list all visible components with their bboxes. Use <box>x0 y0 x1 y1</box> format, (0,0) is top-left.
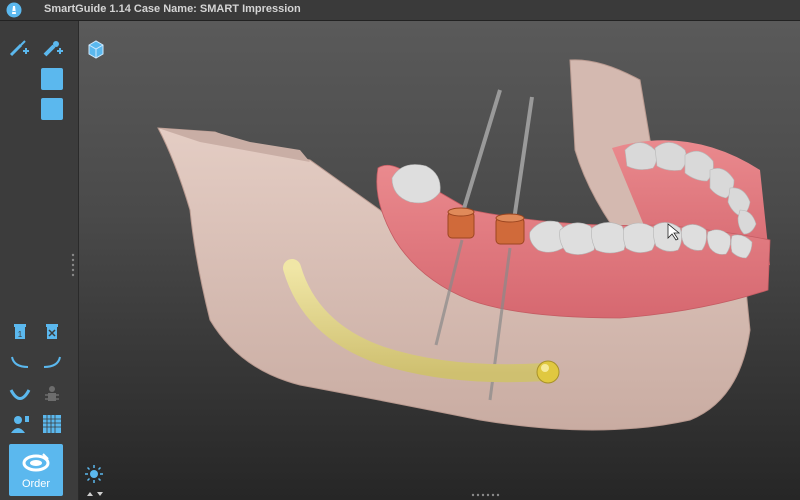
add-implant-icon[interactable] <box>6 36 30 60</box>
grid-icon[interactable] <box>40 412 64 436</box>
curve-right-icon[interactable] <box>40 350 64 374</box>
view-cube-icon[interactable] <box>85 38 107 60</box>
view-square-button-1[interactable] <box>41 68 63 90</box>
window-title: SmartGuide 1.14 Case Name: SMART Impress… <box>44 3 301 15</box>
delete-one-icon[interactable]: 1 <box>8 318 32 342</box>
bottom-resize-handle[interactable] <box>470 493 502 497</box>
sidebar-resize-handle[interactable] <box>71 252 75 280</box>
order-label: Order <box>21 478 51 490</box>
app-icon <box>6 2 22 18</box>
lighting-icon[interactable] <box>84 464 104 484</box>
view-square-button-2[interactable] <box>41 98 63 120</box>
jaw-model[interactable] <box>79 21 800 500</box>
title-bar: SmartGuide 1.14 Case Name: SMART Impress… <box>0 0 800 21</box>
patient-icon[interactable] <box>8 412 32 436</box>
order-button[interactable]: Order <box>9 444 63 496</box>
order-icon <box>22 453 50 472</box>
curve-left-icon[interactable] <box>8 350 32 374</box>
delete-all-icon[interactable] <box>40 318 64 342</box>
3d-viewport[interactable] <box>79 21 800 500</box>
nerve-icon[interactable] <box>40 382 64 406</box>
nerve-endpoint <box>536 360 560 384</box>
expand-arrows-icon[interactable] <box>84 490 106 498</box>
arch-icon[interactable] <box>8 382 32 406</box>
add-sleeve-icon[interactable] <box>40 36 64 60</box>
svg-text:1: 1 <box>18 330 23 339</box>
